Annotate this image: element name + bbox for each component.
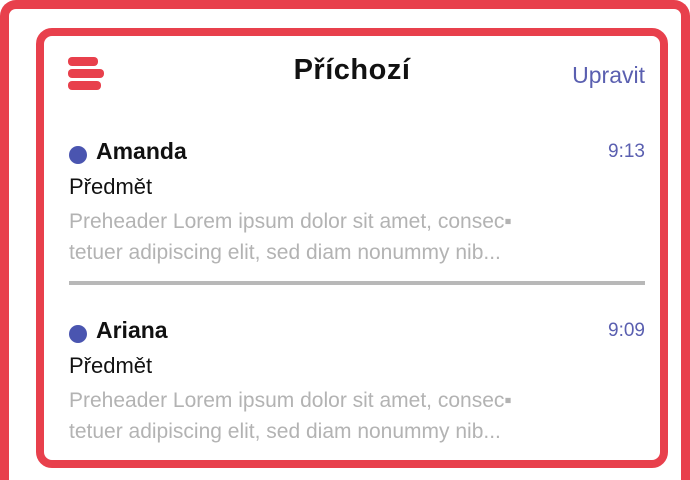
edit-button[interactable]: Upravit <box>572 62 645 89</box>
message-subject: Předmět <box>69 353 153 378</box>
message-sender: Ariana <box>96 317 168 343</box>
inbox-screen: Příchozí Upravit Amanda 9:13 Předmět Pre… <box>36 28 668 468</box>
message-preview-line: Preheader Lorem ipsum dolor sit amet, co… <box>69 389 512 412</box>
unread-dot-icon <box>69 325 87 343</box>
page-title: Příchozí <box>293 54 411 86</box>
message-header: Amanda 9:13 <box>69 138 645 172</box>
message-divider <box>69 281 645 285</box>
message-preview: Preheader Lorem ipsum dolor sit amet, co… <box>69 385 589 447</box>
message-preview-line: tetuer adipiscing elit, sed diam nonummy… <box>69 241 501 264</box>
message-preview: Preheader Lorem ipsum dolor sit amet, co… <box>69 206 589 268</box>
message-header: Ariana 9:09 <box>69 317 645 351</box>
message-sender: Amanda <box>96 138 187 164</box>
message-time: 9:09 <box>608 320 645 341</box>
message-item[interactable]: Ariana 9:09 Předmět Preheader Lorem ipsu… <box>69 317 645 447</box>
message-preview-line: Preheader Lorem ipsum dolor sit amet, co… <box>69 210 512 233</box>
message-time: 9:13 <box>608 141 645 162</box>
message-item[interactable]: Amanda 9:13 Předmět Preheader Lorem ipsu… <box>69 138 645 268</box>
message-preview-line: tetuer adipiscing elit, sed diam nonummy… <box>69 420 501 443</box>
message-subject: Předmět <box>69 174 153 199</box>
unread-dot-icon <box>69 146 87 164</box>
